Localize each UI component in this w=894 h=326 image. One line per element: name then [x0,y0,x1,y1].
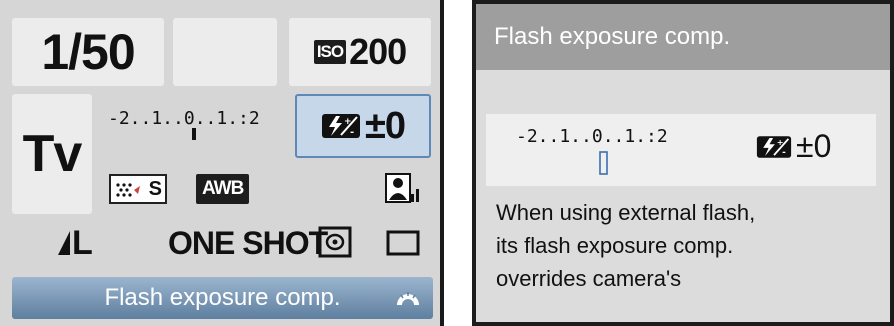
shooting-mode[interactable]: Tv [12,94,92,214]
aperture-slot [173,18,277,86]
auto-lighting-optimizer-icon[interactable] [385,172,421,206]
picture-style-label: S [148,177,162,200]
shutter-speed[interactable]: 1/50 [12,18,164,86]
feature-guide-fec-value: ±0 [796,128,832,164]
feature-guide-title: Flash exposure comp. [476,4,890,70]
quality-large-icon [58,231,70,255]
iso-setting[interactable]: ISO 200 [289,18,431,86]
iso-value: 200 [349,31,407,72]
description-line: its flash exposure comp. [496,233,734,258]
status-bar: Flash exposure comp. [12,277,433,319]
feature-guide-body: Flash exposure comp. -2..1..0..1.:2 + - … [476,4,890,322]
feature-guide-fec: + - ±0 [756,128,831,165]
svg-text:+: + [777,137,784,147]
picture-style-setting[interactable]: S [109,174,167,204]
feature-guide-screen: Flash exposure comp. -2..1..0..1.:2 + - … [472,0,894,326]
metering-mode-icon[interactable] [318,226,352,258]
image-quality-label: L [72,223,93,262]
flash-exposure-comp-value: ±0 [365,104,406,147]
image-quality-setting[interactable]: L [58,222,93,264]
main-dial-icon [397,292,419,305]
iso-badge: ISO [313,40,347,64]
feature-guide-preview: -2..1..0..1.:2 + - ±0 [486,114,876,186]
flash-exposure-comp-icon: + - [322,114,360,138]
svg-text:-: - [350,127,354,138]
drive-mode-icon[interactable] [386,230,420,256]
picture-style-icon [116,183,140,197]
status-label: Flash exposure comp. [104,284,341,311]
quick-control-screen: 1/50 ISO 200 Tv -2..1..0..1.:2 + - ±0 S [0,0,444,326]
feature-guide-exposure-scale: -2..1..0..1.:2 [516,126,668,175]
feature-guide-description: When using external flash, its flash exp… [496,196,755,295]
svg-text:+: + [344,117,352,127]
feature-guide-scale-text: -2..1..0..1.:2 [516,126,668,147]
white-balance-setting[interactable]: AWB [196,174,250,204]
exposure-scale-text: -2..1..0..1.:2 [108,108,260,129]
description-line: overrides camera's [496,266,682,291]
svg-text:-: - [782,148,786,158]
description-line: When using external flash, [496,200,756,225]
flash-exposure-comp-icon: + - [756,135,792,158]
flash-exposure-comp-setting[interactable]: + - ±0 [295,94,431,158]
af-mode-setting[interactable]: ONE SHOT [168,222,328,264]
